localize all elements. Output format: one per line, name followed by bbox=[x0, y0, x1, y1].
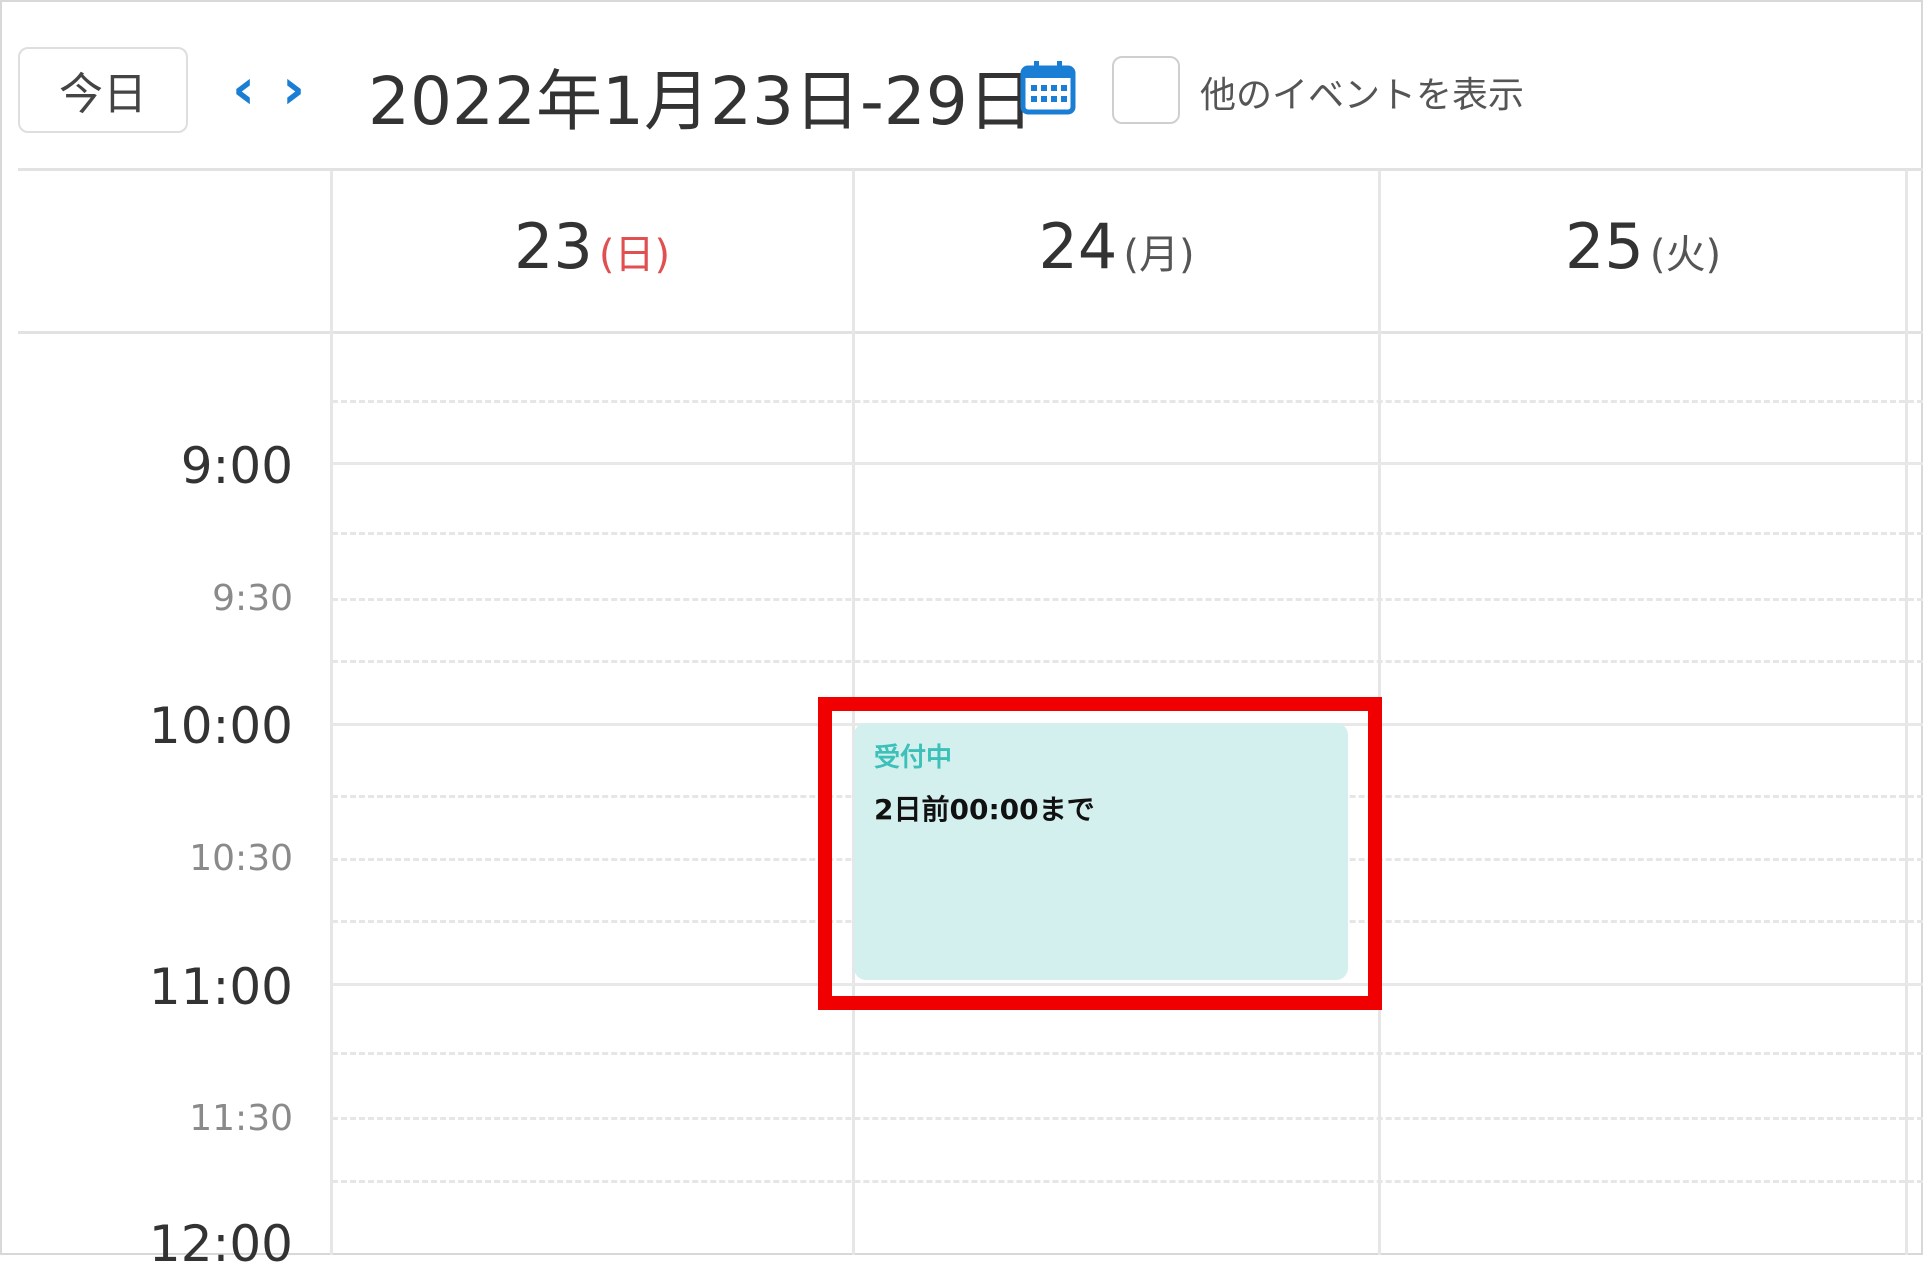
quarter-line bbox=[332, 400, 1923, 403]
quarter-line bbox=[332, 1180, 1923, 1183]
calendar-frame bbox=[0, 0, 1923, 1255]
prev-week-button[interactable]: ‹ bbox=[232, 60, 255, 120]
time-label: 9:00 bbox=[180, 437, 293, 495]
half-hour-line bbox=[332, 598, 1923, 601]
highlight-box bbox=[818, 697, 1382, 1010]
day-number: 25 bbox=[1564, 210, 1644, 283]
date-range-title: 2022年1月23日-29日 bbox=[368, 63, 1034, 140]
day-weekday: (日) bbox=[598, 232, 671, 278]
hour-line bbox=[332, 462, 1923, 465]
half-hour-line bbox=[332, 1117, 1923, 1120]
next-week-button[interactable]: › bbox=[282, 60, 305, 120]
time-label: 10:30 bbox=[189, 838, 293, 879]
today-button[interactable]: 今日 bbox=[18, 47, 188, 133]
time-column-divider bbox=[330, 170, 333, 1255]
quarter-line bbox=[332, 1052, 1923, 1055]
day-header-23: 23 (日) bbox=[332, 210, 852, 290]
day-number: 24 bbox=[1038, 210, 1118, 283]
show-others-checkbox[interactable] bbox=[1112, 56, 1180, 124]
header-bottom-divider bbox=[18, 331, 1923, 334]
time-label: 11:00 bbox=[148, 958, 293, 1016]
day-weekday: (火) bbox=[1649, 232, 1722, 278]
quarter-line bbox=[332, 532, 1923, 535]
day-header-24: 24 (月) bbox=[855, 210, 1378, 290]
day-weekday: (月) bbox=[1123, 232, 1195, 278]
calendar-icon[interactable] bbox=[1018, 58, 1078, 118]
show-others-label: 他のイベントを表示 bbox=[1200, 75, 1525, 116]
day-number: 23 bbox=[513, 210, 593, 283]
header-top-divider bbox=[18, 168, 1923, 171]
time-label: 12:00 bbox=[148, 1215, 293, 1273]
time-label: 11:30 bbox=[189, 1098, 293, 1139]
quarter-line bbox=[332, 660, 1923, 663]
day-column-divider bbox=[1905, 170, 1908, 1255]
time-label: 9:30 bbox=[212, 578, 293, 619]
day-header-25: 25 (火) bbox=[1381, 210, 1905, 290]
time-label: 10:00 bbox=[148, 697, 293, 755]
